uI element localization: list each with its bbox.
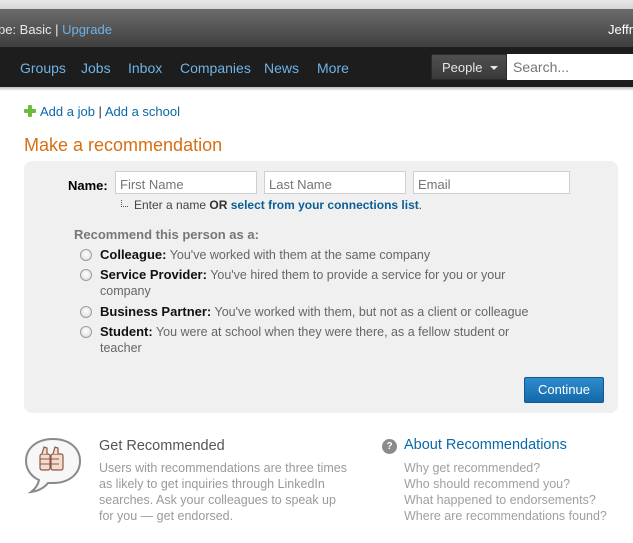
add-links: Add a job | Add a school — [24, 104, 180, 119]
name-hint: Enter a name OR select from your connect… — [121, 198, 422, 212]
account-bar: pe: Basic | Upgrade Jeffr — [0, 9, 633, 47]
option-title: Business Partner: — [100, 304, 212, 319]
header-shadow — [0, 87, 633, 91]
thumbs-up-bubble-icon — [24, 437, 82, 494]
nav-jobs[interactable]: Jobs — [81, 60, 111, 76]
radio-student[interactable] — [80, 326, 92, 338]
plus-icon — [24, 105, 36, 117]
get-recommended-body: Users with recommendations are three tim… — [99, 461, 348, 523]
select-connections-link[interactable]: select from your connections list — [231, 198, 419, 212]
account-type-text: pe: Basic | — [0, 22, 63, 37]
nav-news[interactable]: News — [264, 60, 299, 76]
option-business-partner[interactable]: Business Partner: You've worked with the… — [80, 304, 550, 322]
account-type: pe: Basic | Upgrade — [0, 22, 112, 37]
last-name-field[interactable] — [264, 171, 406, 194]
option-desc: You were at school when they were there,… — [100, 325, 510, 355]
main-nav: Groups Jobs Inbox Companies News More Pe… — [0, 47, 633, 87]
radio-service-provider[interactable] — [80, 269, 92, 281]
window-top-border — [0, 0, 633, 9]
option-title: Service Provider: — [100, 267, 207, 282]
hint-text: Enter a name — [134, 198, 210, 212]
first-name-field[interactable] — [115, 171, 257, 194]
about-links-list: Why get recommended? Who should recommen… — [404, 460, 607, 524]
continue-button[interactable]: Continue — [524, 377, 604, 403]
nav-inbox[interactable]: Inbox — [128, 60, 162, 76]
add-school-link[interactable]: Add a school — [105, 104, 180, 119]
about-recommendations-link[interactable]: About Recommendations — [404, 437, 567, 453]
search-scope-label: People — [442, 60, 483, 75]
option-title: Colleague: — [100, 247, 167, 262]
option-desc: You've worked with them at the same comp… — [166, 248, 431, 262]
nav-groups[interactable]: Groups — [20, 60, 66, 76]
option-colleague[interactable]: Colleague: You've worked with them at th… — [80, 247, 550, 265]
option-title: Student: — [100, 324, 153, 339]
option-student[interactable]: Student: You were at school when they we… — [80, 324, 550, 358]
option-service-provider[interactable]: Service Provider: You've hired them to p… — [80, 267, 550, 301]
get-recommended-title: Get Recommended — [99, 438, 225, 454]
hint-or: OR — [209, 198, 228, 212]
about-link-why[interactable]: Why get recommended? — [404, 460, 607, 476]
elbow-connector-icon — [121, 200, 128, 207]
name-label: Name: — [68, 178, 108, 193]
nav-companies[interactable]: Companies — [180, 60, 251, 76]
link-separator: | — [94, 104, 105, 119]
nav-more[interactable]: More — [317, 60, 349, 76]
help-icon: ? — [382, 439, 397, 454]
add-job-link[interactable]: Add a job — [40, 104, 95, 119]
email-field[interactable] — [413, 171, 570, 194]
upgrade-link[interactable]: Upgrade — [62, 22, 112, 37]
search-scope-dropdown[interactable]: People — [431, 54, 507, 80]
radio-business-partner[interactable] — [80, 306, 92, 318]
recommend-as-label: Recommend this person as a: — [74, 227, 259, 242]
search-input[interactable] — [507, 54, 633, 80]
about-link-where[interactable]: Where are recommendations found? — [404, 508, 607, 524]
recommendation-form: Name: Enter a name OR select from your c… — [24, 161, 618, 413]
chevron-down-icon — [490, 66, 498, 70]
about-link-endorsements[interactable]: What happened to endorsements? — [404, 492, 607, 508]
page-title: Make a recommendation — [24, 135, 223, 155]
radio-colleague[interactable] — [80, 249, 92, 261]
user-name-link[interactable]: Jeffr — [608, 22, 633, 37]
about-link-who[interactable]: Who should recommend you? — [404, 476, 607, 492]
hint-suffix: . — [418, 198, 423, 212]
option-desc: You've worked with them, but not as a cl… — [211, 305, 529, 319]
